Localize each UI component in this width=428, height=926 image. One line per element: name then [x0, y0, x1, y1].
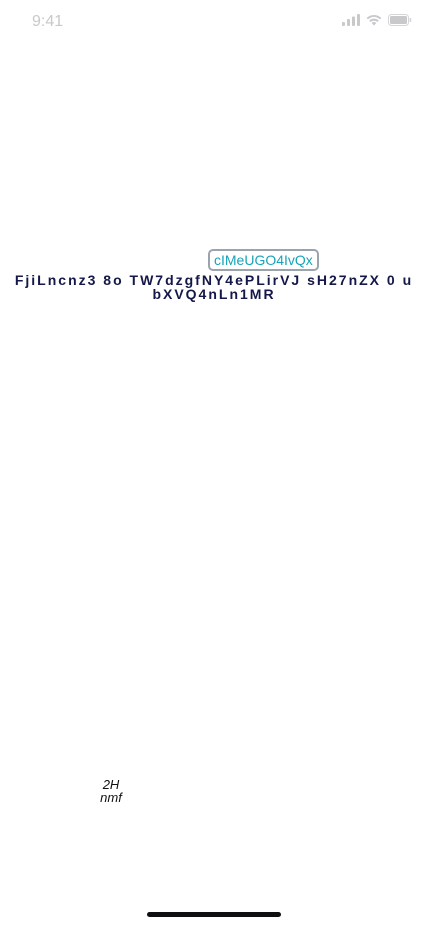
wifi-icon	[366, 14, 382, 26]
status-time: 9:41	[32, 13, 64, 30]
app-screen: 9:41 cIMeUGO4IvQx FjiLncnz3 8o TW7dzgfNY…	[0, 0, 428, 926]
tag-badge[interactable]: cIMeUGO4IvQx	[208, 249, 319, 271]
status-bar: 9:41	[0, 0, 428, 44]
status-icons	[342, 14, 412, 26]
signal-icon	[342, 14, 360, 26]
headline-line-2: bXVQ4nLn1MR	[152, 286, 276, 302]
headline-line-1: FjiLncnz3 8o TW7dzgfNY4ePLirVJ sH27nZX 0…	[14, 272, 414, 288]
headline-text: FjiLncnz3 8o TW7dzgfNY4ePLirVJ sH27nZX 0…	[8, 273, 420, 301]
caption-labels: 2H nmf	[90, 778, 132, 804]
home-indicator[interactable]	[147, 912, 281, 917]
battery-icon	[388, 14, 412, 26]
caption-bottom: nmf	[100, 790, 122, 805]
